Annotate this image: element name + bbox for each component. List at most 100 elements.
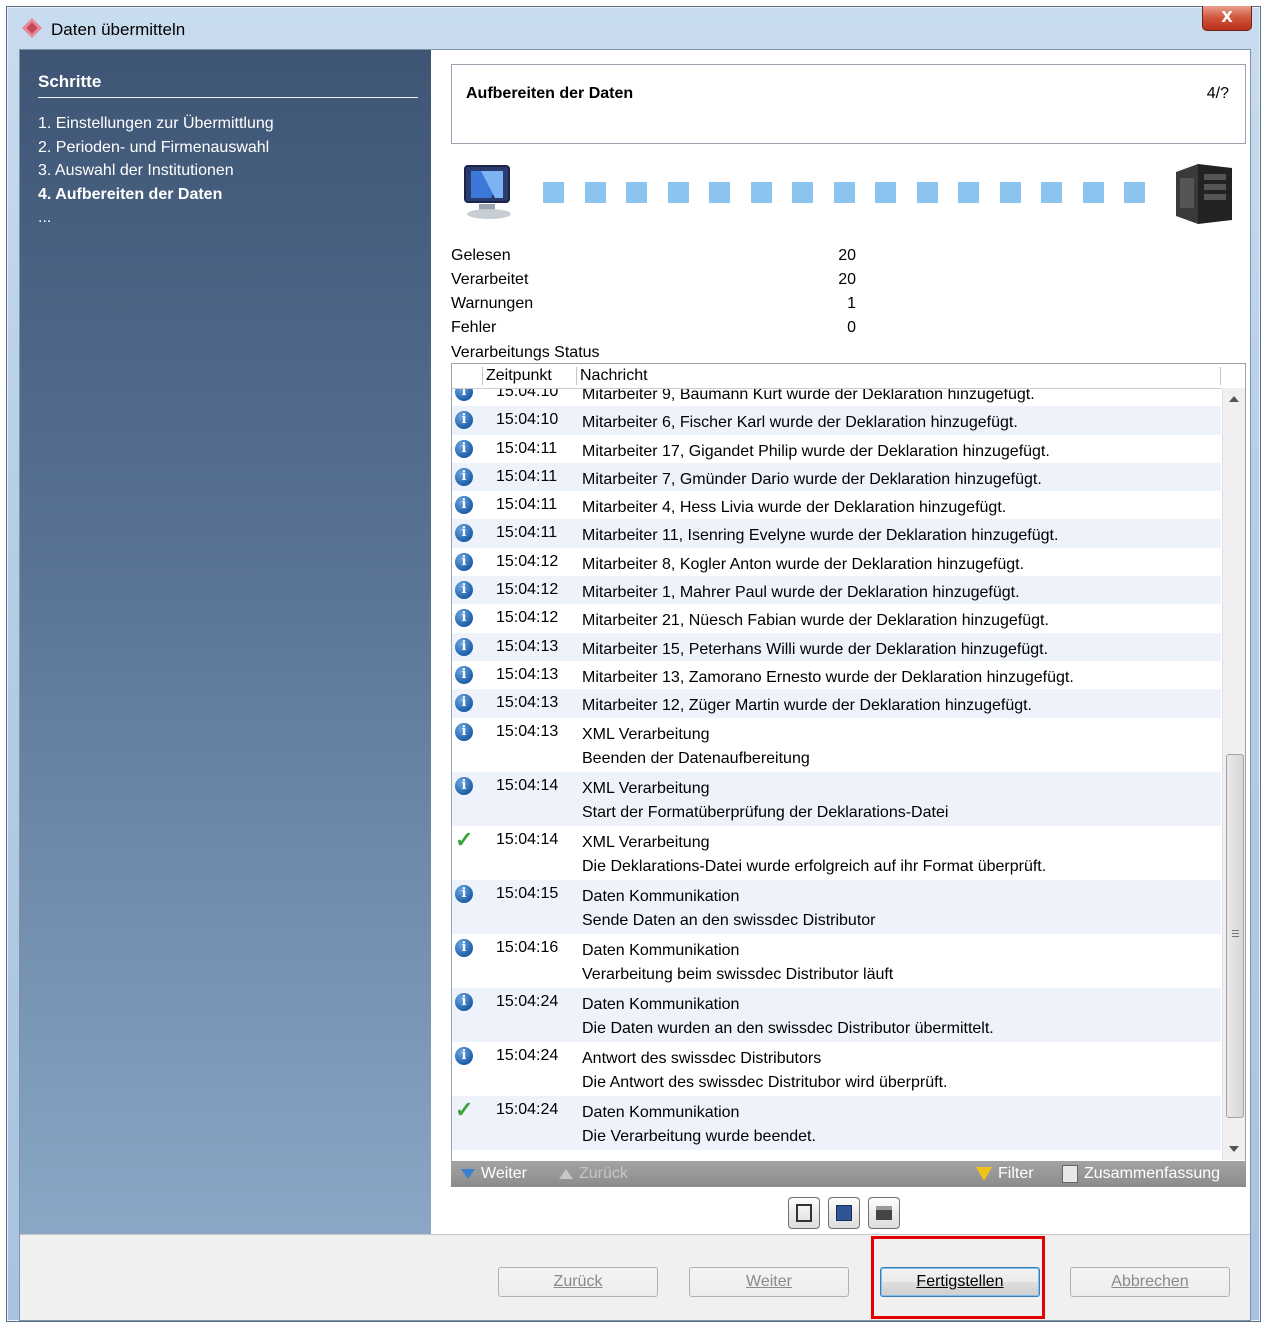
log-row[interactable]: ✓ 15:04:24 Daten Kommunikation Die Verarbei…	[452, 1095, 1221, 1150]
dialog-footer: Zurück Weiter Fertigstellen Abbrechen	[20, 1235, 1250, 1320]
next-button[interactable]: Weiter	[689, 1267, 849, 1297]
log-row[interactable]: ✓ 15:04:14 XML Verarbeitung Die Deklaration…	[452, 825, 1221, 880]
log-message: XML Verarbeitung Beenden der Datenaufbere…	[582, 723, 810, 771]
copy-button[interactable]	[788, 1197, 820, 1229]
log-time: 15:04:15	[496, 884, 559, 902]
info-icon: i	[455, 411, 473, 430]
log-row[interactable]: i 15:04:12 Mitarbeiter 8, Kogler Anton wur…	[452, 547, 1221, 577]
log-message-line: Die Deklarations-Datei wurde erfolgreich…	[582, 857, 1047, 875]
log-message-line: Beenden der Datenaufbereitung	[582, 749, 810, 767]
stat-row: Fehler 0	[451, 316, 871, 340]
stat-value: 1	[847, 295, 856, 312]
log-row[interactable]: i 15:04:13 Mitarbeiter 13, Zamorano Ernest…	[452, 660, 1221, 690]
save-icon	[836, 1205, 852, 1221]
log-row[interactable]: i 15:04:13 Mitarbeiter 15, Peterhans Willi…	[452, 632, 1221, 661]
column-divider	[1220, 367, 1221, 385]
info-icon: i	[455, 581, 473, 600]
step-item-active: 4. Aufbereiten der Daten	[38, 185, 223, 203]
info-icon: i	[455, 992, 473, 1011]
app-icon	[22, 18, 42, 38]
close-button[interactable]: X	[1202, 6, 1252, 31]
scroll-down-arrow-icon[interactable]	[1229, 1146, 1239, 1152]
info-icon: i	[455, 938, 473, 957]
log-scrollbar[interactable]	[1222, 388, 1245, 1160]
log-row[interactable]: i 15:04:13 Mitarbeiter 12, Züger Martin wu…	[452, 689, 1221, 718]
log-message: Mitarbeiter 17, Gigandet Philip wurde de…	[582, 440, 1050, 464]
log-row[interactable]: i 15:04:16 Daten Kommunikation Verarbeitung…	[452, 933, 1221, 988]
filter-button[interactable]: Filter	[976, 1165, 1034, 1183]
log-row[interactable]: i 15:04:11 Mitarbeiter 4, Hess Livia wurde…	[452, 491, 1221, 520]
log-row[interactable]: i 15:04:11 Mitarbeiter 17, Gigandet Philip…	[452, 434, 1221, 464]
log-message-line: Die Verarbeitung wurde beendet.	[582, 1127, 816, 1145]
printer-icon	[876, 1206, 892, 1220]
log-message: Mitarbeiter 21, Nüesch Fabian wurde der …	[582, 609, 1049, 633]
log-message-line: Mitarbeiter 1, Mahrer Paul wurde der Dek…	[582, 584, 1020, 602]
log-time: 15:04:12	[496, 581, 559, 599]
filter-icon	[976, 1166, 992, 1181]
log-row[interactable]: i 15:04:12 Mitarbeiter 1, Mahrer Paul wurd…	[452, 576, 1221, 605]
stat-value: 0	[847, 319, 856, 336]
next-label: Weiter	[746, 1273, 792, 1290]
log-row[interactable]: i 15:04:24 Antwort des swissdec Distributo…	[452, 1041, 1221, 1096]
log-time: 15:04:14	[496, 830, 559, 848]
log-row[interactable]: i 15:04:11 Mitarbeiter 7, Gmünder Dario wu…	[452, 462, 1221, 492]
log-row[interactable]: i 15:04:11 Mitarbeiter 11, Isenring Evelyn…	[452, 519, 1221, 548]
stats-panel: Gelesen 20 Verarbeitet 20 Warnungen 1 Fe…	[451, 244, 871, 340]
scroll-up-arrow-icon[interactable]	[1229, 396, 1239, 402]
check-icon: ✓	[455, 826, 474, 852]
scroll-thumb[interactable]	[1226, 754, 1244, 1118]
log-row[interactable]: i 15:04:24 Daten Kommunikation Die Daten wu…	[452, 987, 1221, 1042]
log-prev-button[interactable]: Zurück	[559, 1165, 628, 1183]
log-time: 15:04:24	[496, 1100, 559, 1118]
title-bar: Daten übermitteln X	[7, 6, 1260, 47]
log-time: 15:04:11	[496, 439, 558, 457]
column-header-time[interactable]: Zeitpunkt	[482, 367, 552, 385]
info-icon: i	[455, 552, 473, 571]
progress-dot	[916, 182, 938, 203]
stat-label: Fehler	[451, 319, 497, 336]
progress-dot	[833, 182, 855, 203]
copy-icon	[796, 1204, 812, 1222]
dialog-window: Daten übermitteln X Schritte 1. Einstell…	[6, 6, 1261, 1322]
column-header-message[interactable]: Nachricht	[576, 367, 648, 385]
log-row[interactable]: i 15:04:14 XML Verarbeitung Start der Forma…	[452, 771, 1221, 826]
step-item: 2. Perioden- und Firmenauswahl	[38, 138, 270, 156]
transfer-animation	[451, 154, 1246, 234]
cancel-button[interactable]: Abbrechen	[1070, 1267, 1230, 1297]
step-item: ...	[38, 209, 52, 226]
log-next-button[interactable]: Weiter	[461, 1165, 527, 1183]
print-button[interactable]	[868, 1197, 900, 1229]
log-prev-label: Zurück	[579, 1165, 628, 1182]
progress-dot	[667, 182, 689, 203]
log-message-line: Daten Kommunikation	[582, 995, 740, 1013]
log-row[interactable]: i 15:04:12 Mitarbeiter 21, Nüesch Fabian w…	[452, 604, 1221, 633]
summary-button[interactable]: Zusammenfassung	[1062, 1165, 1220, 1183]
log-row[interactable]: i 15:04:10 Mitarbeiter 6, Fischer Karl wur…	[452, 406, 1221, 435]
log-message-line: Daten Kommunikation	[582, 1103, 740, 1121]
log-message-line: Antwort des swissdec Distributors	[582, 1049, 822, 1067]
main-panel: Aufbereiten der Daten 4/? Gelesen 20 Ver…	[431, 50, 1250, 1234]
window-title: Daten übermitteln	[51, 20, 186, 39]
log-message-line: Mitarbeiter 8, Kogler Anton wurde der De…	[582, 555, 1025, 573]
progress-dot	[709, 182, 730, 203]
back-button[interactable]: Zurück	[498, 1267, 658, 1297]
progress-dot	[875, 182, 896, 203]
save-button[interactable]	[828, 1197, 860, 1229]
log-message: XML Verarbeitung Start der Formatüberprüf…	[582, 777, 948, 825]
log-message: Daten Kommunikation Die Daten wurden an d…	[582, 993, 994, 1041]
status-log[interactable]: Zeitpunkt Nachricht i 15:04:10 Mitarbeiter…	[451, 363, 1246, 1163]
log-time: 15:04:11	[496, 467, 558, 485]
log-rows: i 15:04:10 Mitarbeiter 9, Baumann Kurt wur…	[452, 378, 1221, 1150]
log-row[interactable]: i 15:04:15 Daten Kommunikation Sende Daten …	[452, 879, 1221, 934]
log-message-line: Mitarbeiter 17, Gigandet Philip wurde de…	[582, 442, 1050, 460]
log-row[interactable]: i 15:04:13 XML Verarbeitung Beenden der Dat…	[452, 717, 1221, 772]
log-time: 15:04:11	[496, 496, 558, 514]
arrow-down-icon	[461, 1168, 475, 1179]
log-message: Daten Kommunikation Die Verarbeitung wurd…	[582, 1101, 816, 1149]
info-icon: i	[455, 722, 473, 741]
info-icon: i	[455, 496, 473, 515]
log-toolbar: Weiter Zurück Filter Zusammenfassung	[451, 1161, 1246, 1187]
progress-dot	[626, 182, 647, 203]
log-message: Mitarbeiter 6, Fischer Karl wurde der De…	[582, 411, 1018, 435]
log-message-line: Mitarbeiter 12, Züger Martin wurde der D…	[582, 697, 1032, 715]
